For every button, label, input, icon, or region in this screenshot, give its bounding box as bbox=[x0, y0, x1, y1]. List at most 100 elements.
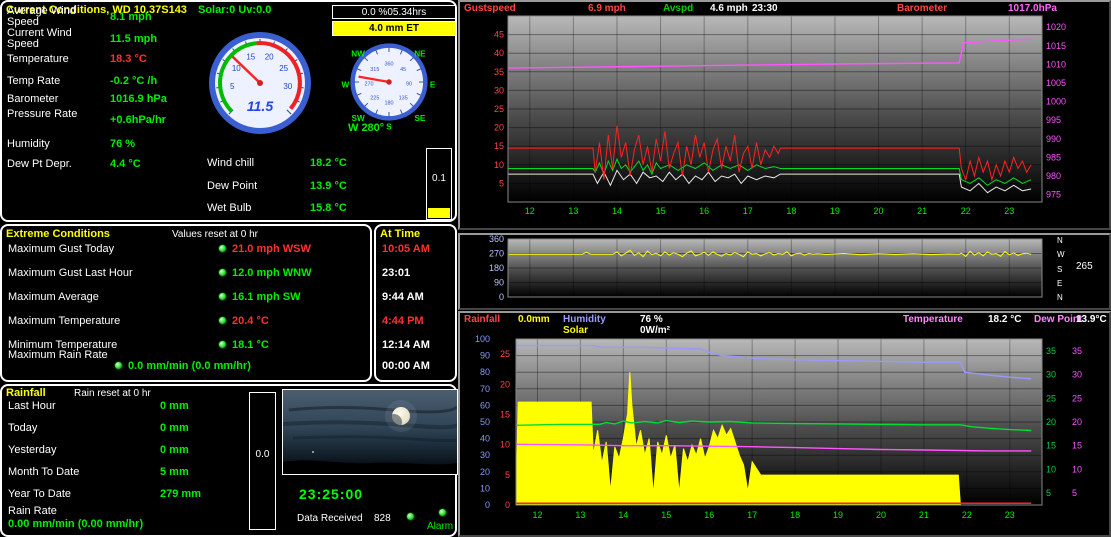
gustspeed-value: 6.9 mph bbox=[588, 3, 626, 14]
extreme-conditions-panel: Extreme Conditions Values reset at 0 hr … bbox=[0, 224, 372, 382]
axis-tick: 10 bbox=[1046, 464, 1056, 474]
axis-tick: 20 bbox=[1046, 417, 1056, 427]
at-time-1: 23:01 bbox=[382, 267, 411, 279]
compass-e-label: E bbox=[430, 80, 436, 89]
max-gust-today-led bbox=[218, 244, 227, 253]
axis-tick: 10 bbox=[1072, 464, 1082, 474]
wind-barometer-chart-frame: Gustspeed 6.9 mph Avspd 4.6 mph 23:30 Ba… bbox=[458, 0, 1111, 230]
sunshine-hours-value: 0.0 %05.34hrs bbox=[361, 6, 427, 18]
x-axis-tick: 20 bbox=[876, 510, 886, 520]
compass-ne-label: NE bbox=[414, 50, 426, 59]
wind-direction-readout: W 280° bbox=[348, 122, 385, 134]
x-axis-tick: 12 bbox=[532, 510, 542, 520]
dew-pt-depr-value: 4.4 °C bbox=[110, 158, 141, 170]
max-temperature-value: 20.4 °C bbox=[232, 315, 269, 327]
max-average-led bbox=[218, 292, 227, 301]
et-bar-fill bbox=[428, 208, 450, 218]
chart-annotation: E bbox=[1057, 279, 1062, 288]
axis-tick: 35 bbox=[1046, 346, 1056, 356]
wind-direction-gauge: NE E SE S SW W NW 45 90 135 180 225 270 … bbox=[342, 43, 436, 131]
at-time-panel: At Time 10:05 AM 23:01 9:44 AM 4:44 PM 1… bbox=[374, 224, 457, 382]
wind-chill-label: Wind chill bbox=[207, 157, 255, 169]
axis-tick: 180 bbox=[489, 263, 504, 273]
conditions-chart-frame: Rainfall 0.0mm Humidity 76 % Solar 0W/m²… bbox=[458, 311, 1111, 537]
compass-deg-360: 360 bbox=[384, 62, 393, 68]
max-gust-hour-led bbox=[218, 268, 227, 277]
axis-tick: 30 bbox=[1072, 370, 1082, 380]
yesterday-label: Yesterday bbox=[8, 444, 57, 456]
star bbox=[312, 451, 314, 453]
rain-bar-reading: 0.0 bbox=[255, 449, 270, 460]
conditions-history-chart[interactable]: 0102030405060708090100051015202551015202… bbox=[460, 313, 1109, 535]
axis-tick: 25 bbox=[500, 349, 510, 359]
compass-deg-45: 45 bbox=[400, 67, 406, 73]
alarm-label: Alarm bbox=[427, 521, 454, 532]
wind-gauge-hub bbox=[257, 80, 263, 86]
rainfall-panel: Rainfall Rain reset at 0 hr Last Hour 0 … bbox=[0, 384, 458, 537]
axis-tick: 20 bbox=[494, 123, 504, 133]
wind-gauge-tick-20: 20 bbox=[265, 53, 274, 62]
extreme-conditions-subtitle: Values reset at 0 hr bbox=[172, 229, 258, 240]
axis-tick: 990 bbox=[1046, 134, 1061, 144]
year-to-date-value: 279 mm bbox=[160, 488, 201, 500]
axis-tick: 45 bbox=[494, 30, 504, 40]
axis-tick: 15 bbox=[500, 409, 510, 419]
at-time-2: 9:44 AM bbox=[382, 291, 424, 303]
axis-tick: 10 bbox=[500, 440, 510, 450]
max-rain-rate-led bbox=[114, 361, 123, 370]
extreme-conditions-title: Extreme Conditions bbox=[6, 228, 110, 240]
max-temperature-led bbox=[218, 316, 227, 325]
axis-tick: 30 bbox=[494, 85, 504, 95]
wet-bulb-value: 15.8 °C bbox=[310, 202, 347, 214]
pressure-rate-value: +0.6hPa/hr bbox=[110, 114, 166, 126]
x-axis-tick: 12 bbox=[525, 206, 535, 216]
last-hour-label: Last Hour bbox=[8, 400, 56, 412]
compass-deg-180: 180 bbox=[384, 101, 393, 107]
axis-tick: 25 bbox=[1046, 393, 1056, 403]
x-axis-tick: 14 bbox=[618, 510, 628, 520]
data-received-led bbox=[406, 512, 415, 521]
axis-tick: 20 bbox=[500, 379, 510, 389]
rain-bar-gauge: 0.0 bbox=[249, 392, 276, 530]
x-axis-tick: 15 bbox=[656, 206, 666, 216]
compass-deg-225: 225 bbox=[370, 95, 379, 101]
x-axis-tick: 22 bbox=[962, 510, 972, 520]
x-axis-tick: 23 bbox=[1005, 510, 1015, 520]
wind-speed-gauge: 5 10 15 20 25 30 11.5 bbox=[209, 32, 311, 134]
max-rain-rate-label: Maximum Rain Rate bbox=[8, 349, 108, 361]
axis-tick: 40 bbox=[494, 48, 504, 58]
month-to-date-label: Month To Date bbox=[8, 466, 80, 478]
today-value: 0 mm bbox=[160, 422, 189, 434]
rainfall-subtitle: Rain reset at 0 hr bbox=[74, 388, 151, 399]
humidity-chart-label: Humidity bbox=[563, 314, 606, 325]
axis-tick: 5 bbox=[1072, 488, 1077, 498]
max-rain-rate-value: 0.0 mm/min (0.0 mm/hr) bbox=[128, 360, 251, 372]
axis-tick: 90 bbox=[480, 351, 490, 361]
dew-point-label: Dew Point bbox=[207, 180, 258, 192]
solar-uv-readout: Solar:0 Uv:0.0 bbox=[198, 4, 272, 16]
max-gust-hour-value: 12.0 mph WNW bbox=[232, 267, 312, 279]
axis-tick: 35 bbox=[494, 67, 504, 77]
compass-deg-315: 315 bbox=[370, 67, 379, 73]
axis-tick: 60 bbox=[480, 400, 490, 410]
wind-direction-history-chart[interactable]: 090180270360 NWSEN265 bbox=[460, 234, 1109, 308]
rain-rate-label: Rain Rate bbox=[8, 505, 57, 517]
axis-tick: 15 bbox=[1072, 441, 1082, 451]
axis-tick: 20 bbox=[480, 467, 490, 477]
axis-tick: 1015 bbox=[1046, 41, 1066, 51]
sunshine-hours-box: 0.0 %05.34hrs bbox=[332, 5, 456, 19]
max-average-label: Maximum Average bbox=[8, 291, 99, 303]
pressure-rate-label: Pressure Rate bbox=[7, 108, 78, 120]
avg-wind-label: Average Wind Speed bbox=[7, 5, 76, 28]
last-hour-value: 0 mm bbox=[160, 400, 189, 412]
humidity-label: Humidity bbox=[7, 138, 50, 150]
alarm-led[interactable] bbox=[438, 508, 447, 517]
compass-hub bbox=[386, 79, 392, 85]
wind-gauge-tick-10: 10 bbox=[232, 64, 241, 73]
x-axis-tick: 14 bbox=[612, 206, 622, 216]
x-axis-tick: 18 bbox=[786, 206, 796, 216]
chart-annotation: 265 bbox=[1076, 261, 1093, 272]
wind-chill-value: 18.2 °C bbox=[310, 157, 347, 169]
wind-history-chart[interactable]: 5101520253035404597598098599099510001005… bbox=[460, 2, 1109, 228]
dew-point-chart-value: 13.9°C bbox=[1076, 314, 1107, 325]
